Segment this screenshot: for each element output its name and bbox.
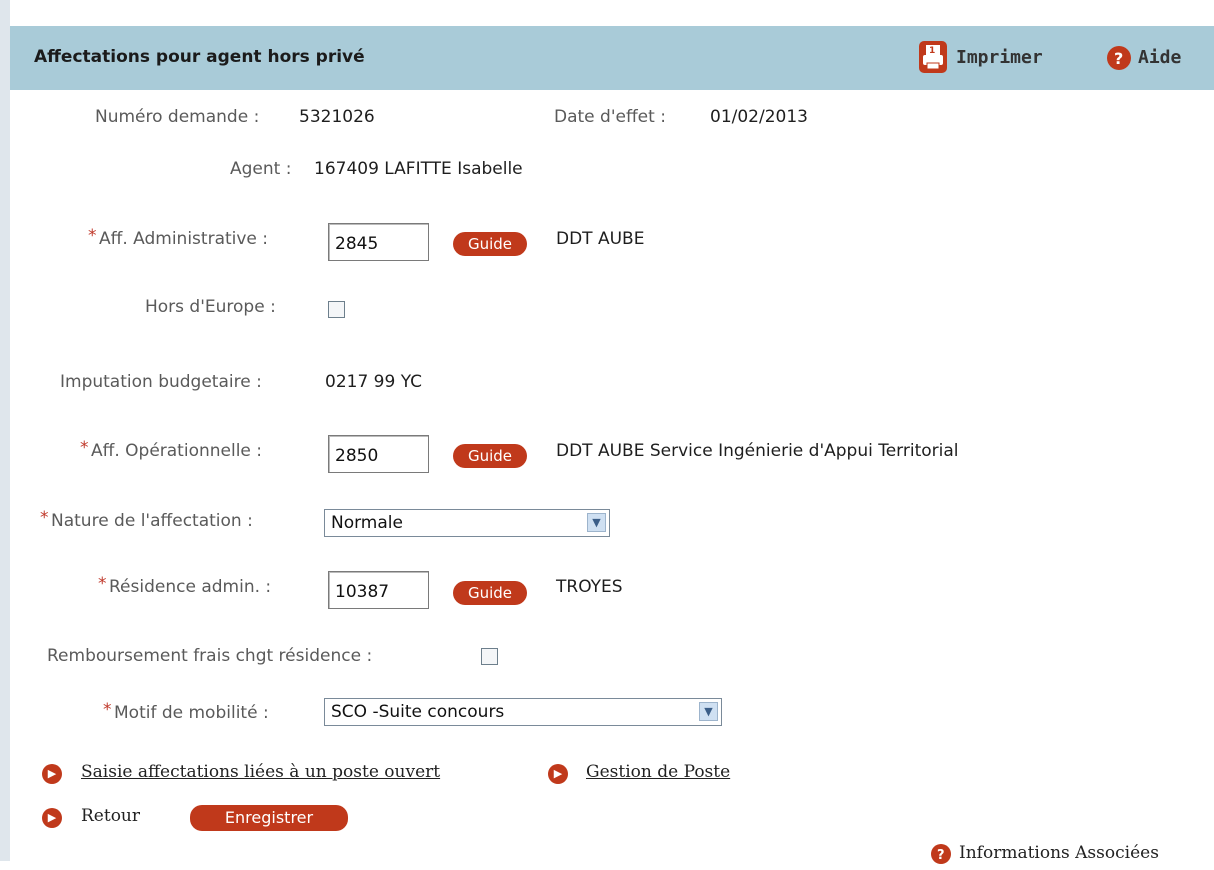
remboursement-checkbox[interactable] — [481, 648, 498, 665]
remboursement-label: Remboursement frais chgt résidence : — [47, 646, 373, 666]
print-icon: 1 — [918, 40, 948, 74]
required-mark: * — [80, 438, 89, 458]
hors-europe-checkbox[interactable] — [328, 301, 345, 318]
retour-label: Retour — [81, 806, 141, 826]
aff-admin-label: Aff. Administrative : — [99, 229, 269, 249]
aff-oper-text: DDT AUBE Service Ingénierie d'Appui Terr… — [556, 441, 959, 461]
help-icon: ? — [930, 843, 952, 870]
motif-selected: SCO -Suite concours — [331, 702, 505, 722]
required-mark: * — [98, 574, 107, 594]
residence-label: Résidence admin. : — [109, 577, 272, 597]
date-value: 01/02/2013 — [710, 107, 808, 127]
imputation-value: 0217 99 YC — [325, 372, 423, 392]
help-icon: ? — [1106, 45, 1132, 76]
imputation-label: Imputation budgetaire : — [60, 372, 262, 392]
residence-input[interactable]: 10387 — [328, 571, 429, 609]
date-label: Date d'effet : — [554, 107, 666, 127]
nature-select[interactable]: Normale ▼ — [324, 509, 610, 537]
motif-label: Motif de mobilité : — [114, 703, 269, 723]
page — [0, 0, 1214, 861]
arrow-right-icon: ▶ — [548, 764, 568, 784]
aff-oper-input[interactable]: 2850 — [328, 435, 429, 473]
arrow-right-icon: ▶ — [42, 764, 62, 784]
help-label: Aide — [1138, 47, 1182, 68]
chevron-down-icon: ▼ — [699, 702, 718, 721]
print-label: Imprimer — [956, 47, 1043, 68]
nature-selected: Normale — [331, 513, 403, 533]
informations-associees-label: Informations Associées — [959, 843, 1159, 863]
hors-europe-label: Hors d'Europe : — [145, 297, 276, 317]
svg-text:?: ? — [1114, 49, 1123, 68]
arrow-right-icon: ▶ — [42, 808, 62, 828]
aff-admin-text: DDT AUBE — [556, 229, 645, 249]
left-border — [0, 0, 10, 861]
residence-text: TROYES — [556, 577, 623, 597]
numero-value: 5321026 — [299, 107, 375, 127]
agent-label: Agent : — [230, 159, 292, 179]
enregistrer-button[interactable]: Enregistrer — [190, 805, 348, 831]
aff-admin-input[interactable]: 2845 — [328, 223, 429, 261]
aff-oper-guide-button[interactable]: Guide — [453, 444, 527, 468]
aff-oper-label: Aff. Opérationnelle : — [91, 441, 263, 461]
aff-admin-guide-button[interactable]: Guide — [453, 232, 527, 256]
svg-text:1: 1 — [929, 46, 935, 56]
top-strip — [0, 0, 1214, 26]
required-mark: * — [88, 226, 97, 246]
agent-value: 167409 LAFITTE Isabelle — [314, 159, 523, 179]
chevron-down-icon: ▼ — [587, 513, 606, 532]
nature-label: Nature de l'affectation : — [51, 511, 253, 531]
residence-guide-button[interactable]: Guide — [453, 581, 527, 605]
saisie-link-label: Saisie affectations liées à un poste ouv… — [81, 762, 441, 782]
required-mark: * — [103, 700, 112, 720]
gestion-link-label: Gestion de Poste — [586, 762, 731, 782]
numero-label: Numéro demande : — [95, 107, 260, 127]
page-title: Affectations pour agent hors privé — [34, 47, 365, 67]
motif-select[interactable]: SCO -Suite concours ▼ — [324, 698, 722, 726]
required-mark: * — [40, 508, 49, 528]
